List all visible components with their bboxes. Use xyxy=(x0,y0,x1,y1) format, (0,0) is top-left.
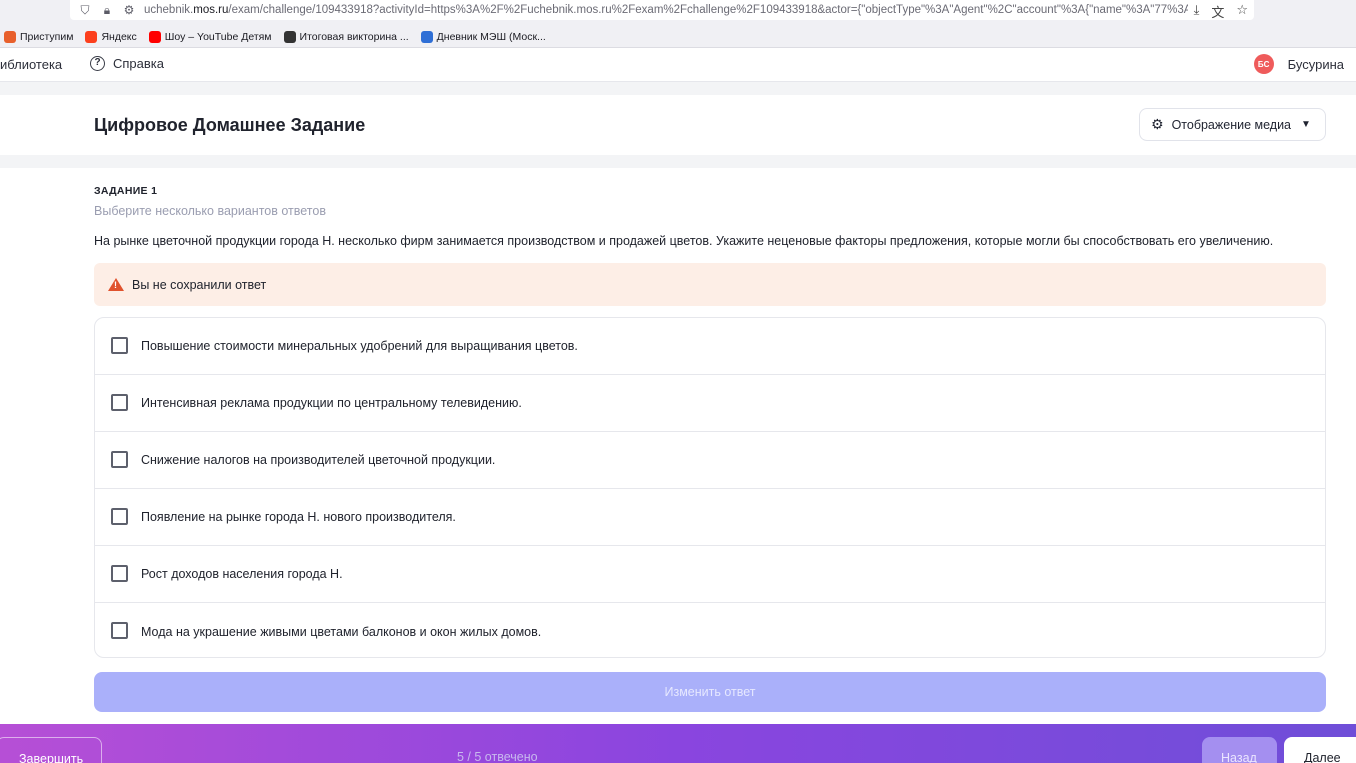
bookmark-favicon-icon xyxy=(283,30,296,43)
next-button[interactable]: Далее xyxy=(1284,737,1356,763)
task-label: ЗАДАНИЕ 1 xyxy=(94,185,158,197)
task-card: ЗАДАНИЕ 1 Выберите несколько вариантов о… xyxy=(0,168,1356,728)
download-icon[interactable]: ⤓ xyxy=(1194,2,1200,20)
site-header: иблиотека ? Справка БС Бусурина xyxy=(0,48,1356,82)
nav-help-label: Справка xyxy=(113,56,164,71)
answer-option[interactable]: Снижение налогов на производителей цвето… xyxy=(95,432,1325,489)
answer-checkbox[interactable] xyxy=(111,336,128,354)
user-menu[interactable]: БС Бусурина xyxy=(1253,54,1344,74)
unsaved-warning: Вы не сохранили ответ xyxy=(94,263,1326,306)
answer-checkbox[interactable] xyxy=(111,507,128,525)
bookmark-item[interactable]: Яндекс xyxy=(85,30,137,43)
answer-checkbox[interactable] xyxy=(111,622,128,639)
answer-checkbox[interactable] xyxy=(111,450,128,468)
bookmark-label: Шоу – YouTube Детям xyxy=(164,30,272,43)
finish-button[interactable]: Завершить xyxy=(0,737,102,763)
bookmark-label: Приступим xyxy=(20,30,74,43)
lock-icon[interactable]: 🔒︎ xyxy=(100,3,114,17)
task-hint: Выберите несколько вариантов ответов xyxy=(94,204,326,218)
url-text: uchebnik.mos.ru/exam/challenge/109433918… xyxy=(144,4,1198,16)
help-icon: ? xyxy=(90,56,105,71)
chevron-down-icon: ▼ xyxy=(1301,119,1311,130)
bookmark-label: Дневник МЭШ (Моск... xyxy=(436,30,546,43)
bookmark-item[interactable]: Шоу – YouTube Детям xyxy=(148,30,272,43)
answer-option-label: Появление на рынке города Н. нового прои… xyxy=(141,510,456,524)
change-answer-button[interactable]: Изменить ответ xyxy=(94,672,1326,712)
bookmark-label: Яндекс xyxy=(101,30,137,43)
answer-option-label: Снижение налогов на производителей цвето… xyxy=(141,453,496,467)
answer-option[interactable]: Появление на рынке города Н. нового прои… xyxy=(95,489,1325,546)
titlebar: Цифровое Домашнее Задание ⚙ Отображение … xyxy=(0,95,1356,155)
bookmark-item[interactable]: Приступим xyxy=(4,30,74,43)
bookmark-favicon-icon xyxy=(420,30,433,43)
bookmark-favicon-icon xyxy=(148,30,161,43)
bookmarks-bar: Приступим Яндекс Шоу – YouTube Детям Итогов… xyxy=(0,26,1356,48)
shield-icon[interactable]: ⛉ xyxy=(78,3,92,17)
page-title: Цифровое Домашнее Задание xyxy=(94,115,366,135)
answer-option-label: Рост доходов населения города Н. xyxy=(141,567,343,581)
answer-option[interactable]: Интенсивная реклама продукции по централ… xyxy=(95,375,1325,432)
answer-option-label: Мода на украшение живыми цветами балконо… xyxy=(141,624,542,639)
answer-option-label: Интенсивная реклама продукции по централ… xyxy=(141,396,522,410)
answer-option[interactable]: Рост доходов населения города Н. xyxy=(95,546,1325,603)
progress-counter: 5 / 5 отвечено xyxy=(457,750,538,763)
permissions-icon[interactable]: ⚙ xyxy=(122,3,136,17)
bookmark-favicon-icon xyxy=(85,30,98,43)
warning-text: Вы не сохранили ответ xyxy=(132,277,267,292)
nav-help-link[interactable]: ? Справка xyxy=(90,56,164,71)
url-actions: ⤓ 文 ☆ xyxy=(1187,2,1248,20)
star-icon[interactable]: ☆ xyxy=(1236,2,1248,20)
task-question: На рынке цветочной продукции города Н. н… xyxy=(94,234,1274,248)
answer-option-label: Повышение стоимости минеральных удобрени… xyxy=(141,339,578,353)
warning-icon xyxy=(108,278,124,291)
bookmark-label: Итоговая викторина ... xyxy=(299,30,409,43)
bookmark-item[interactable]: Итоговая викторина ... xyxy=(283,30,409,43)
answer-option[interactable]: Повышение стоимости минеральных удобрени… xyxy=(95,318,1325,375)
answer-options: Повышение стоимости минеральных удобрени… xyxy=(94,317,1326,658)
media-display-label: Отображение медиа xyxy=(1171,117,1292,132)
nav-library-link[interactable]: иблиотека xyxy=(0,57,62,72)
back-button[interactable]: Назад xyxy=(1202,737,1277,763)
gear-icon: ⚙ xyxy=(1151,116,1164,132)
bookmark-favicon-icon xyxy=(4,30,16,43)
translate-icon[interactable]: 文 xyxy=(1211,2,1224,20)
address-field[interactable]: ⛉ 🔒︎ ⚙ uchebnik.mos.ru/exam/challenge/10… xyxy=(70,0,1254,20)
user-name: Бусурина xyxy=(1287,56,1344,72)
bookmark-item[interactable]: Дневник МЭШ (Моск... xyxy=(420,30,546,43)
answer-option[interactable]: Мода на украшение живыми цветами балконо… xyxy=(95,603,1325,657)
avatar: БС xyxy=(1253,54,1274,74)
browser-url-bar: ⛉ 🔒︎ ⚙ uchebnik.mos.ru/exam/challenge/10… xyxy=(0,0,1356,26)
media-display-button[interactable]: ⚙ Отображение медиа ▼ xyxy=(1139,108,1326,141)
answer-checkbox[interactable] xyxy=(111,564,128,582)
bottom-navigation-bar: Завершить 5 / 5 отвечено Назад Далее xyxy=(0,724,1356,763)
answer-checkbox[interactable] xyxy=(111,393,128,411)
